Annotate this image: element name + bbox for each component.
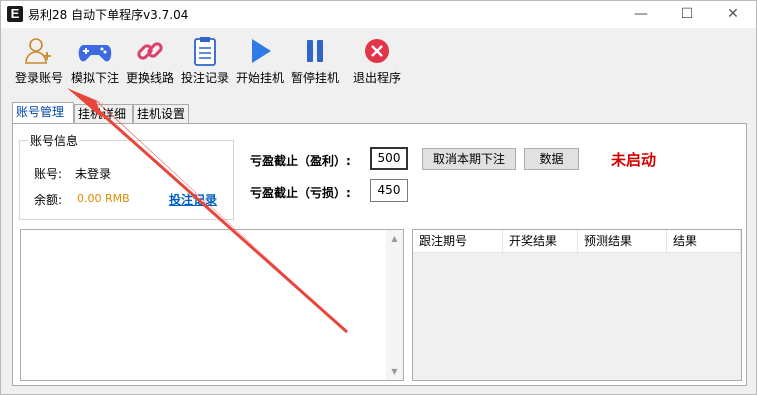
pause-hangup-button[interactable]: 暂停挂机 [289,36,341,86]
status-text: 未启动 [611,151,657,169]
window-title: 易利28 自动下单程序v3.7.04 [28,8,189,22]
change-line-button[interactable]: 更换线路 [124,36,176,86]
user-add-icon [25,38,51,64]
scroll-up-icon[interactable]: ▲ [386,230,403,247]
group-title: 账号信息 [28,132,81,149]
play-icon [252,39,271,63]
log-textarea[interactable]: ▲ ▼ [20,229,404,381]
bet-record-link[interactable]: 投注记录 [169,191,217,208]
title-bar: E 易利28 自动下单程序v3.7.04 — ☐ ✕ [1,1,756,28]
column-header[interactable]: 开奖结果 [503,230,578,252]
log-scrollbar[interactable]: ▲ ▼ [386,230,403,380]
column-header[interactable]: 跟注期号 [413,230,503,252]
tool-label: 开始挂机 [235,71,284,85]
tool-label: 暂停挂机 [290,71,339,85]
exit-program-button[interactable]: 退出程序 [351,36,403,86]
main-window: E 易利28 自动下单程序v3.7.04 — ☐ ✕ 登录账号 模拟下注 更换线… [0,0,757,395]
profit-cutoff-input[interactable]: 500 [370,147,408,170]
link-icon [137,42,163,60]
account-label: 账号: [34,167,63,181]
account-info-group: 账号信息 账号: 未登录 余额: 0.00 RMB 投注记录 [19,132,234,220]
column-header[interactable]: 结果 [667,230,741,252]
minimize-button[interactable]: — [618,1,664,28]
tool-label: 投注记录 [180,71,229,85]
balance-value: 0.00 RMB [77,192,130,205]
close-button[interactable]: ✕ [710,1,756,28]
cancel-current-bet-button[interactable]: 取消本期下注 [422,148,516,170]
grid-header: 跟注期号 开奖结果 预测结果 结果 [413,230,741,253]
pause-icon [307,40,323,62]
tool-label: 更换线路 [125,71,174,85]
simulate-bet-button[interactable]: 模拟下注 [69,36,121,86]
balance-label: 余额: [34,193,63,207]
tab-hangup-settings[interactable]: 挂机设置 [133,104,189,123]
account-panel: 账号信息 账号: 未登录 余额: 0.00 RMB 投注记录 亏盈截止（盈利）:… [12,123,747,386]
scroll-down-icon[interactable]: ▼ [386,363,403,380]
tool-label: 登录账号 [14,71,63,85]
profit-cutoff-label: 亏盈截止（盈利）: [250,154,351,168]
tool-label: 模拟下注 [70,71,119,85]
gamepad-icon [78,45,112,62]
maximize-button[interactable]: ☐ [664,1,710,28]
clipboard-icon [194,37,216,66]
data-button[interactable]: 数据 [524,148,579,170]
tab-account-management[interactable]: 账号管理 [12,102,74,123]
toolbar: 登录账号 模拟下注 更换线路 投注记录 开始挂机 暂停挂机 退出程序 [1,28,756,90]
loss-cutoff-label: 亏盈截止（亏损）: [250,186,351,200]
tool-label: 退出程序 [352,71,401,85]
app-icon: E [7,6,23,22]
bet-record-button[interactable]: 投注记录 [179,36,231,86]
column-header[interactable]: 预测结果 [578,230,667,252]
login-account-button[interactable]: 登录账号 [13,36,65,86]
account-value: 未登录 [75,167,112,181]
bet-history-grid[interactable]: 跟注期号 开奖结果 预测结果 结果 [412,229,742,381]
start-hangup-button[interactable]: 开始挂机 [234,36,286,86]
tab-hangup-detail[interactable]: 挂机详细 [74,104,133,123]
close-circle-icon [365,39,389,63]
loss-cutoff-input[interactable]: 450 [370,179,408,202]
